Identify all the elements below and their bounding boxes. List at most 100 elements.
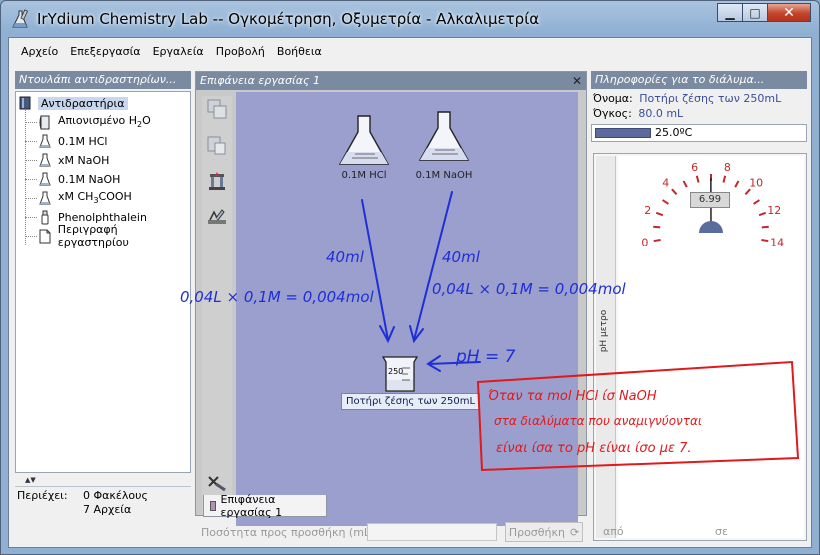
thermometer-tool-icon[interactable] — [206, 206, 228, 228]
tree-item-description[interactable]: Περιγραφή εργαστηρίου — [38, 223, 190, 249]
temperature-value: 25.0ºC — [655, 126, 693, 139]
menu-help[interactable]: Βοήθεια — [277, 45, 322, 58]
tree-item-label: 0.1M NaOH — [58, 172, 121, 186]
ph-reading: 6.99 — [690, 192, 730, 208]
tree-item-label: xM CH3COOH — [58, 190, 132, 206]
amount-label: Ποσότητα προς προσθήκη (mL): — [201, 525, 379, 539]
stockroom-tree[interactable]: Αντιδραστήρια Απιονισμένο H2O 0.1M HCl x… — [15, 91, 191, 473]
ph-tick — [758, 211, 767, 217]
ph-meter-label: pH μετρο — [599, 309, 609, 353]
workbench-tabs: Επιφάνεια εργασίας 1 — [195, 493, 587, 519]
menu-view[interactable]: Προβολή — [216, 45, 265, 58]
minimize-icon: ▁ — [725, 5, 735, 20]
close-workbench-icon[interactable]: ✕ — [572, 72, 582, 90]
ph-tick — [653, 225, 661, 229]
from-label: από — [603, 525, 624, 538]
paste-icon[interactable] — [206, 134, 228, 156]
workbench-toolbar — [202, 96, 232, 514]
contains-info: Περιέχει: 0 Φακέλους 7 Αρχεία — [15, 486, 191, 541]
volume-value: 80.0 mL — [638, 107, 684, 120]
ph-tick — [682, 180, 688, 188]
tree-root[interactable]: Αντιδραστήρια — [18, 94, 128, 112]
ph-tick — [655, 211, 664, 217]
close-button[interactable]: ✕ — [767, 3, 811, 22]
burner-icon[interactable] — [206, 170, 228, 192]
solution-name-row: Όνομα: Ποτήρι ζέσης των 250mL — [593, 92, 781, 105]
temperature-display: 25.0ºC — [591, 124, 807, 142]
tree-branch — [25, 198, 37, 199]
tree-item-label: Απιονισμένο H2O — [58, 114, 151, 130]
tree-branch — [25, 236, 37, 237]
add-button[interactable]: Προσθήκη ⟳ — [505, 522, 583, 542]
hcl-flask[interactable] — [332, 114, 396, 168]
tree-item-label: 0.1M HCl — [58, 134, 108, 148]
ph-tick-label: 12 — [767, 204, 781, 217]
minimize-button[interactable]: ▁ — [717, 3, 743, 22]
workbench-title: Επιφάνεια εργασίας 1 — [200, 74, 320, 87]
name-value: Ποτήρι ζέσης των 250mL — [639, 92, 782, 105]
solution-info-panel: Πληροφορίες για το διάλυμα... Όνομα: Ποτ… — [591, 71, 807, 541]
menu-file[interactable]: Αρχείο — [21, 45, 58, 58]
tree-guide-line — [25, 110, 26, 245]
ph-tick-label: 6 — [691, 161, 698, 174]
ph-tick-label: 4 — [662, 177, 669, 190]
dropper-bottle-icon — [38, 209, 52, 225]
stockroom-header: Ντουλάπι αντιδραστηρίων... — [15, 71, 191, 89]
stockroom-panel: Ντουλάπι αντιδραστηρίων... Αντιδραστήρια… — [15, 71, 191, 541]
ph-tick-label: 14 — [770, 236, 784, 246]
ph-tick — [761, 238, 769, 243]
beaker-label[interactable]: Ποτήρι ζέσης των 250mL — [341, 393, 481, 410]
bottle-icon — [38, 114, 52, 130]
ph-tick-label: 2 — [644, 204, 651, 217]
ph-tick — [734, 180, 740, 188]
naoh-flask[interactable] — [412, 110, 476, 164]
ph-tick — [653, 238, 661, 243]
tree-item-xnaoh[interactable]: xM NaOH — [38, 151, 109, 169]
window-title: IrYdium Chemistry Lab -- Ογκομέτρηση, Οξ… — [37, 10, 540, 28]
app-window: IrYdium Chemistry Lab -- Ογκομέτρηση, Οξ… — [0, 0, 820, 555]
tab-workbench-1[interactable]: Επιφάνεια εργασίας 1 — [203, 493, 327, 519]
tree-item-hcl[interactable]: 0.1M HCl — [38, 132, 108, 150]
amount-input[interactable] — [367, 523, 497, 541]
ph-tick-label: 0 — [641, 236, 648, 246]
add-solution-bar: Ποσότητα προς προσθήκη (mL): Προσθήκη ⟳ … — [195, 521, 807, 543]
window-controls: ▁ □ ✕ — [717, 3, 811, 22]
cleanup-icon[interactable] — [206, 472, 228, 494]
workbench-header: Επιφάνεια εργασίας 1 ✕ — [196, 72, 586, 90]
ph-tick — [753, 199, 760, 205]
maximize-button[interactable]: □ — [742, 3, 768, 22]
title-bar[interactable]: IrYdium Chemistry Lab -- Ογκομέτρηση, Οξ… — [1, 1, 819, 37]
tree-root-label: Αντιδραστήρια — [38, 96, 128, 110]
document-icon — [38, 228, 52, 244]
ph-meter-panel: pH μετρο 0 2 4 6 8 10 12 14 6.99 — [593, 153, 807, 541]
beaker[interactable]: 250 — [380, 354, 420, 394]
tree-branch — [25, 217, 37, 218]
pour-icon: ⟳ — [569, 525, 580, 539]
file-count: 7 Αρχεία — [83, 503, 132, 516]
splitter-arrows-icon[interactable]: ▲▼ — [25, 476, 45, 484]
workbench-canvas[interactable]: 0.1M HCl 0.1M NaOH 250 Ποτήρι ζέσης των … — [236, 92, 578, 526]
flask-icon — [38, 190, 52, 206]
menu-edit[interactable]: Επεξεργασία — [70, 45, 140, 58]
tree-item-acetic[interactable]: xM CH3COOH — [38, 189, 132, 207]
flask-icon — [38, 171, 52, 187]
tree-branch — [25, 122, 37, 123]
ph-meter-sidebar[interactable]: pH μετρο — [596, 156, 616, 538]
ph-tick — [722, 175, 727, 183]
copy-icon[interactable] — [206, 98, 228, 120]
tree-branch — [25, 160, 37, 161]
tree-item-label: Περιγραφή εργαστηρίου — [57, 223, 129, 249]
flask-icon — [38, 133, 52, 149]
volume-label: Όγκος: — [593, 107, 632, 120]
app-icon — [9, 8, 31, 30]
solution-volume-row: Όγκος: 80.0 mL — [593, 107, 683, 120]
contains-label: Περιέχει: — [17, 489, 68, 502]
add-button-label: Προσθήκη — [508, 525, 565, 539]
close-icon: ✕ — [783, 4, 795, 21]
menu-tools[interactable]: Εργαλεία — [153, 45, 204, 58]
tree-item-water[interactable]: Απιονισμένο H2O — [38, 113, 151, 131]
temperature-bar — [595, 128, 651, 138]
beaker-volume-mark: 250 — [388, 367, 404, 376]
tree-item-naoh[interactable]: 0.1M NaOH — [38, 170, 120, 188]
menu-bar: Αρχείο Επεξεργασία Εργαλεία Προβολή Βοήθ… — [9, 38, 811, 64]
